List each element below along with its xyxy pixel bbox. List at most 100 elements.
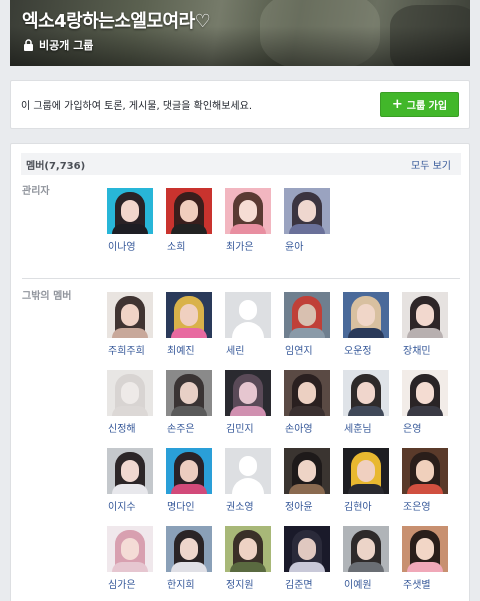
member-name[interactable]: 소희 xyxy=(166,238,214,253)
privacy-label: 비공개 그룹 xyxy=(39,39,94,52)
member-avatar[interactable] xyxy=(107,526,153,572)
member-name[interactable]: 명다인 xyxy=(166,498,214,513)
member-avatar[interactable] xyxy=(402,370,448,416)
member-item[interactable]: 조은영 xyxy=(402,448,450,513)
member-avatar[interactable] xyxy=(107,188,153,234)
member-item[interactable]: 은영 xyxy=(402,370,450,435)
member-item[interactable]: 정지원 xyxy=(225,526,273,591)
member-avatar[interactable] xyxy=(107,370,153,416)
member-name[interactable]: 손아영 xyxy=(284,420,332,435)
member-name[interactable]: 세훈님 xyxy=(343,420,391,435)
member-avatar[interactable] xyxy=(225,370,271,416)
member-item[interactable]: 최가은 xyxy=(225,188,273,253)
member-avatar[interactable] xyxy=(284,292,330,338)
member-name[interactable]: 오운정 xyxy=(343,342,391,357)
member-name[interactable]: 심가은 xyxy=(107,576,155,591)
member-avatar[interactable] xyxy=(225,292,271,338)
member-item[interactable]: 김민지 xyxy=(225,370,273,435)
member-name[interactable]: 김준면 xyxy=(284,576,332,591)
join-panel: 이 그룹에 가입하여 토론, 게시물, 댓글을 확인해보세요. + 그룹 가입 xyxy=(10,80,470,129)
member-item[interactable]: 명다인 xyxy=(166,448,214,513)
member-name[interactable]: 최가은 xyxy=(225,238,273,253)
see-all-link[interactable]: 모두 보기 xyxy=(411,157,451,172)
member-item[interactable]: 소희 xyxy=(166,188,214,253)
member-name[interactable]: 조은영 xyxy=(402,498,450,513)
member-name[interactable]: 임연지 xyxy=(284,342,332,357)
member-item[interactable]: 장채민 xyxy=(402,292,450,357)
member-name[interactable]: 세린 xyxy=(225,342,273,357)
member-name[interactable]: 김현아 xyxy=(343,498,391,513)
join-prompt: 이 그룹에 가입하여 토론, 게시물, 댓글을 확인해보세요. xyxy=(21,101,253,112)
group-privacy: 비공개 그룹 xyxy=(23,37,93,53)
member-item[interactable]: 신정해 xyxy=(107,370,155,435)
member-name[interactable]: 이나영 xyxy=(107,238,155,253)
member-avatar[interactable] xyxy=(166,188,212,234)
member-name[interactable]: 윤아 xyxy=(284,238,332,253)
member-name[interactable]: 손주은 xyxy=(166,420,214,435)
member-item[interactable]: 세린 xyxy=(225,292,273,357)
member-name[interactable]: 신정해 xyxy=(107,420,155,435)
member-avatar[interactable] xyxy=(284,188,330,234)
plus-icon: + xyxy=(391,97,403,112)
member-item[interactable]: 손아영 xyxy=(284,370,332,435)
member-avatar[interactable] xyxy=(225,448,271,494)
member-avatar[interactable] xyxy=(402,526,448,572)
member-avatar[interactable] xyxy=(166,370,212,416)
member-name[interactable]: 정지원 xyxy=(225,576,273,591)
group-title[interactable]: 엑소4랑하는소엘모여라♡ xyxy=(22,7,211,33)
others-label: 그밖의 멤버 xyxy=(22,291,72,302)
member-avatar[interactable] xyxy=(284,370,330,416)
member-avatar[interactable] xyxy=(343,292,389,338)
member-avatar[interactable] xyxy=(402,292,448,338)
member-name[interactable]: 주희주희 xyxy=(107,342,155,357)
member-item[interactable]: 심가은 xyxy=(107,526,155,591)
member-item[interactable]: 임연지 xyxy=(284,292,332,357)
member-avatar[interactable] xyxy=(402,448,448,494)
member-item[interactable]: 김준면 xyxy=(284,526,332,591)
member-item[interactable]: 정아윤 xyxy=(284,448,332,513)
member-item[interactable]: 오운정 xyxy=(343,292,391,357)
member-item[interactable]: 이나영 xyxy=(107,188,155,253)
lock-icon xyxy=(24,39,33,51)
member-avatar[interactable] xyxy=(107,292,153,338)
member-name[interactable]: 주샛별 xyxy=(402,576,450,591)
member-avatar[interactable] xyxy=(343,370,389,416)
join-group-button[interactable]: + 그룹 가입 xyxy=(380,92,459,117)
member-avatar[interactable] xyxy=(284,526,330,572)
member-item[interactable]: 한지희 xyxy=(166,526,214,591)
member-name[interactable]: 한지희 xyxy=(166,576,214,591)
member-avatar[interactable] xyxy=(343,526,389,572)
divider xyxy=(22,278,460,279)
member-item[interactable]: 권소영 xyxy=(225,448,273,513)
member-name[interactable]: 정아윤 xyxy=(284,498,332,513)
member-avatar[interactable] xyxy=(166,526,212,572)
member-avatar[interactable] xyxy=(107,448,153,494)
member-avatar[interactable] xyxy=(225,526,271,572)
member-avatar[interactable] xyxy=(166,292,212,338)
member-name[interactable]: 장채민 xyxy=(402,342,450,357)
member-item[interactable]: 이지수 xyxy=(107,448,155,513)
member-name[interactable]: 이예원 xyxy=(343,576,391,591)
join-button-label: 그룹 가입 xyxy=(406,101,448,112)
member-item[interactable]: 주희주희 xyxy=(107,292,155,357)
members-header: 멤버(7,736) 모두 보기 xyxy=(21,153,461,175)
member-name[interactable]: 은영 xyxy=(402,420,450,435)
member-name[interactable]: 최예진 xyxy=(166,342,214,357)
member-avatar[interactable] xyxy=(225,188,271,234)
member-item[interactable]: 손주은 xyxy=(166,370,214,435)
member-avatar[interactable] xyxy=(343,448,389,494)
member-name[interactable]: 권소영 xyxy=(225,498,273,513)
members-panel: 멤버(7,736) 모두 보기 관리자 이나영 소희 최가은 윤아 그밖의 멤버 주희… xyxy=(10,143,470,601)
admins-label: 관리자 xyxy=(22,186,50,197)
member-avatar[interactable] xyxy=(166,448,212,494)
member-name[interactable]: 김민지 xyxy=(225,420,273,435)
member-item[interactable]: 최예진 xyxy=(166,292,214,357)
member-name[interactable]: 이지수 xyxy=(107,498,155,513)
members-count: 멤버(7,736) xyxy=(26,160,86,172)
member-item[interactable]: 이예원 xyxy=(343,526,391,591)
member-item[interactable]: 주샛별 xyxy=(402,526,450,591)
member-item[interactable]: 김현아 xyxy=(343,448,391,513)
member-avatar[interactable] xyxy=(284,448,330,494)
member-item[interactable]: 윤아 xyxy=(284,188,332,253)
member-item[interactable]: 세훈님 xyxy=(343,370,391,435)
